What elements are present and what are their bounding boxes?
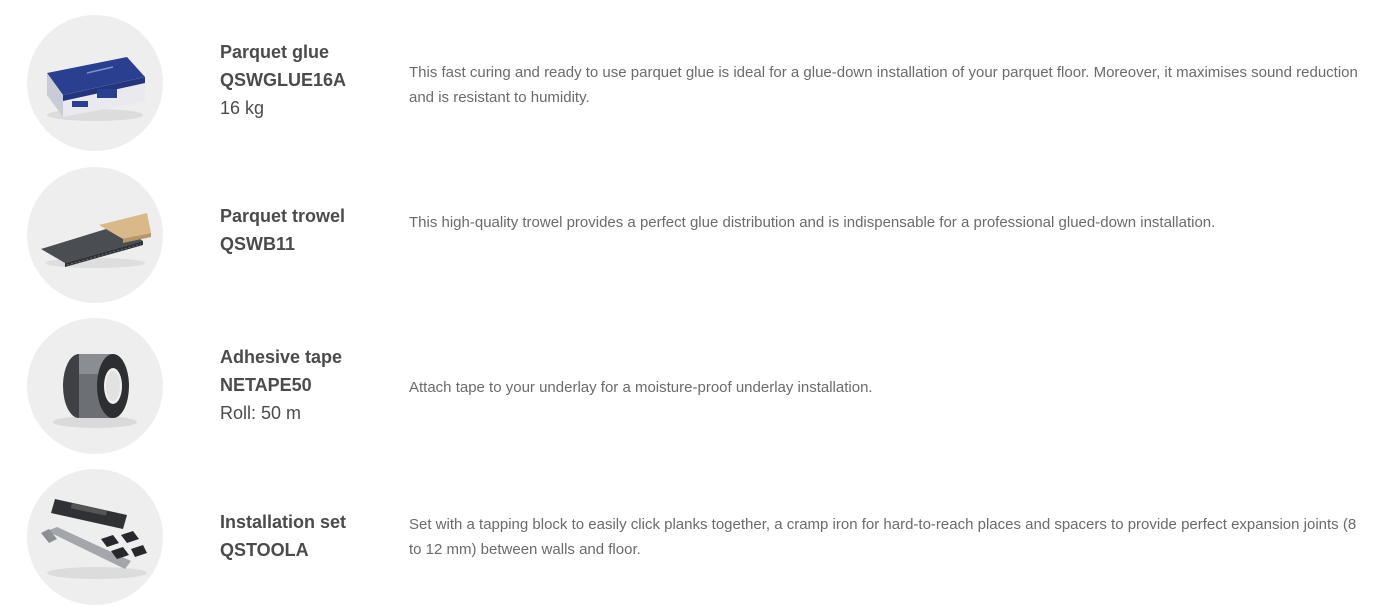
trowel-icon xyxy=(27,167,163,303)
glue-bucket-icon xyxy=(27,15,163,151)
product-row-glue: Parquet glue QSWGLUE16A 16 kg This fast … xyxy=(0,13,1379,153)
product-description: Attach tape to your underlay for a moist… xyxy=(409,379,873,396)
product-name-block: Adhesive tape NETAPE50 Roll: 50 m xyxy=(220,343,342,427)
product-code: QSWGLUE16A xyxy=(220,70,347,90)
product-name: Adhesive tape xyxy=(220,347,343,367)
product-name-block: Parquet glue QSWGLUE16A 16 kg xyxy=(220,38,346,122)
product-row-installation-set: Installation set QSTOOLA Set with a tapp… xyxy=(0,466,1379,606)
product-row-tape: Adhesive tape NETAPE50 Roll: 50 m Attach… xyxy=(0,315,1379,455)
product-description: Set with a tapping block to easily click… xyxy=(409,516,1357,558)
product-name-block: Parquet trowel QSWB11 xyxy=(220,202,345,258)
product-description: This high-quality trowel provides a perf… xyxy=(409,214,1216,231)
product-code: QSWB11 xyxy=(220,234,296,254)
product-code: QSTOOLA xyxy=(220,540,309,560)
product-name: Installation set xyxy=(220,512,347,532)
product-description: This fast curing and ready to use parque… xyxy=(409,64,1358,106)
tape-roll-icon xyxy=(27,318,163,454)
product-name: Parquet glue xyxy=(220,42,330,62)
product-detail: Roll: 50 m xyxy=(220,403,302,423)
product-name: Parquet trowel xyxy=(220,206,346,226)
product-code: NETAPE50 xyxy=(220,375,312,395)
product-detail: 16 kg xyxy=(220,98,265,118)
product-name-block: Installation set QSTOOLA xyxy=(220,508,346,564)
tool-set-icon xyxy=(27,469,163,605)
product-row-trowel: Parquet trowel QSWB11 This high-quality … xyxy=(0,164,1379,304)
